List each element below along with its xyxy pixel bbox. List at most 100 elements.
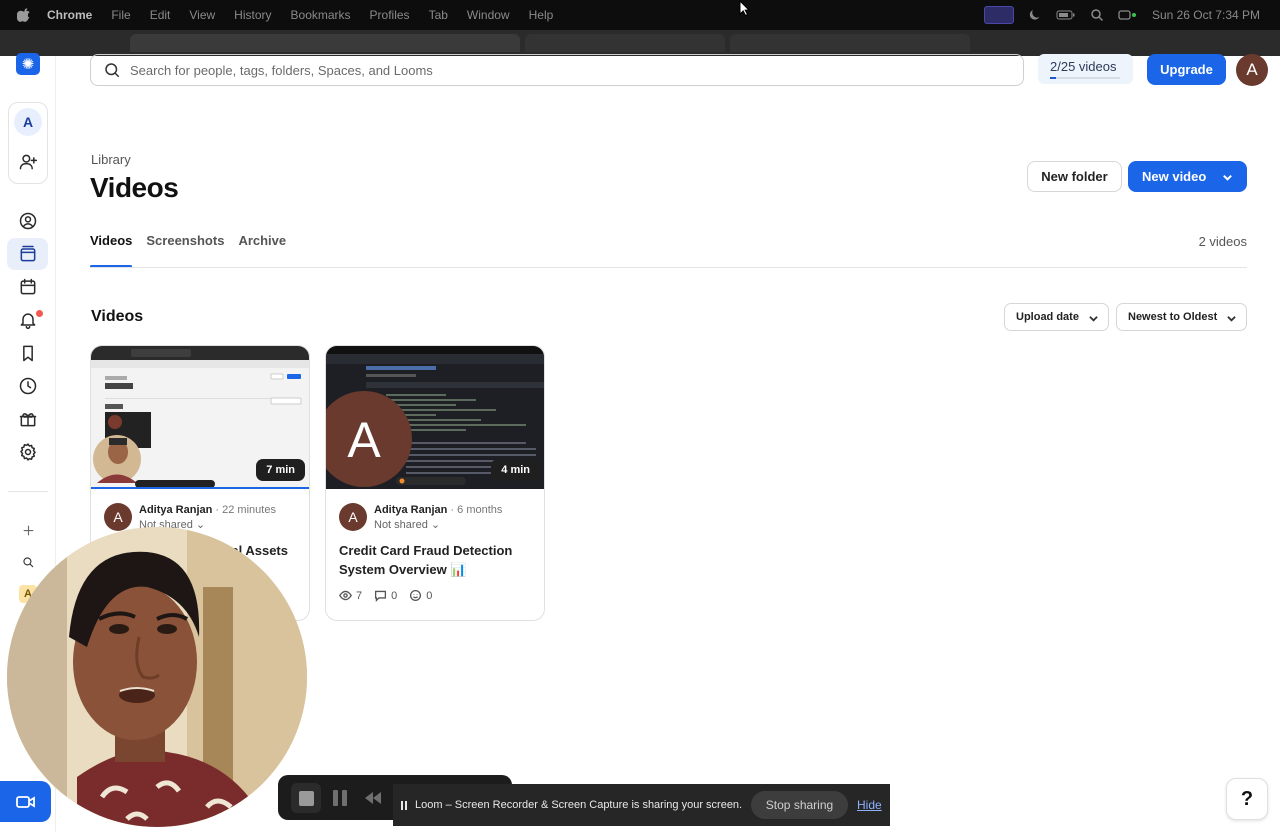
calendar-icon[interactable]	[16, 275, 40, 299]
duration-badge: 7 min	[256, 459, 305, 481]
share-status: Not shared	[374, 519, 428, 531]
video-title[interactable]: Credit Card Fraud Detection System Overv…	[339, 541, 534, 579]
webcam-bubble[interactable]	[7, 527, 307, 827]
chevron-down-icon	[1223, 174, 1232, 181]
add-user-icon[interactable]	[16, 150, 40, 174]
comments-stat: 0	[374, 589, 397, 602]
upgrade-button[interactable]: Upgrade	[1147, 54, 1226, 85]
menu-file[interactable]: File	[111, 8, 130, 22]
tabs-divider	[90, 267, 1247, 268]
page-title: Videos	[90, 172, 179, 203]
author-line: Aditya Ranjan · 22 minutes	[139, 504, 276, 516]
browser-tab[interactable]	[130, 34, 520, 52]
chevron-down-icon: ⌄	[195, 519, 206, 531]
pause-icon	[401, 800, 407, 810]
screen-sharing-notification: Loom – Screen Recorder & Screen Capture …	[393, 784, 890, 826]
upload-time: · 22 minutes	[215, 504, 276, 516]
mouse-cursor-icon	[739, 0, 751, 16]
sort-order-dropdown[interactable]: Newest to Oldest	[1116, 303, 1247, 331]
screen-share-indicator-icon[interactable]	[983, 6, 1014, 24]
bookmark-icon[interactable]	[16, 341, 40, 365]
menu-history[interactable]: History	[234, 8, 271, 22]
control-center-icon[interactable]	[1118, 8, 1138, 22]
mac-menu-bar: Chrome File Edit View History Bookmarks …	[0, 0, 1280, 30]
stop-icon	[298, 790, 314, 806]
workspace-avatar[interactable]: A	[14, 108, 42, 136]
menu-view[interactable]: View	[189, 8, 215, 22]
new-folder-button[interactable]: New folder	[1027, 161, 1122, 192]
quota-progress-bar	[1050, 77, 1120, 79]
tab-videos[interactable]: Videos	[90, 233, 133, 268]
video-quota-badge[interactable]: 2/25 videos	[1038, 54, 1133, 84]
views-count: 7	[356, 589, 363, 602]
plus-icon[interactable]	[16, 518, 40, 542]
camera-toggle-button[interactable]	[0, 781, 51, 822]
moon-icon[interactable]	[1028, 8, 1042, 22]
menu-help[interactable]: Help	[529, 8, 554, 22]
user-avatar[interactable]: A	[1236, 54, 1268, 86]
clock-icon[interactable]	[16, 374, 40, 398]
author-avatar[interactable]: A	[339, 503, 367, 531]
svg-text:A: A	[347, 412, 381, 468]
menu-tab[interactable]: Tab	[429, 8, 448, 22]
duration-badge: 4 min	[491, 459, 540, 481]
chevron-down-icon	[1089, 316, 1098, 322]
stop-sharing-button[interactable]: Stop sharing	[751, 791, 848, 819]
search-icon[interactable]	[16, 550, 40, 574]
quota-progress-fill	[1050, 77, 1056, 79]
eye-icon	[339, 590, 352, 601]
share-status-dropdown[interactable]: Not shared ⌄	[374, 518, 440, 531]
menu-bookmarks[interactable]: Bookmarks	[291, 8, 351, 22]
sort-by-label: Upload date	[1016, 311, 1079, 323]
menubar-clock[interactable]: Sun 26 Oct 7:34 PM	[1152, 8, 1260, 22]
menu-window[interactable]: Window	[467, 8, 510, 22]
video-stats: 7 0 0	[339, 589, 432, 602]
notification-dot	[36, 310, 43, 317]
gear-icon[interactable]	[16, 440, 40, 464]
views-stat: 7	[339, 589, 362, 602]
new-video-button[interactable]: New video	[1128, 161, 1247, 192]
gift-icon[interactable]	[16, 407, 40, 431]
library-icon[interactable]	[16, 242, 40, 266]
chevron-down-icon: ⌄	[430, 519, 441, 531]
help-button[interactable]: ?	[1226, 778, 1268, 820]
pause-recording-button[interactable]	[333, 790, 347, 806]
reactions-stat: 0	[409, 589, 432, 602]
breadcrumb[interactable]: Library	[91, 152, 131, 167]
video-card[interactable]: A 4 min A Aditya Ranjan · 6 months Not s…	[325, 345, 545, 621]
menu-edit[interactable]: Edit	[150, 8, 171, 22]
spotlight-search-icon[interactable]	[1090, 8, 1104, 22]
hide-link[interactable]: Hide	[857, 798, 882, 812]
video-thumbnail[interactable]: A 4 min	[326, 346, 544, 489]
upload-time: · 6 months	[450, 504, 503, 516]
menu-app-name[interactable]: Chrome	[47, 8, 92, 22]
browser-tab[interactable]	[525, 34, 725, 52]
library-tabs: Videos Screenshots Archive	[90, 233, 286, 268]
profile-icon[interactable]	[16, 209, 40, 233]
sort-by-dropdown[interactable]: Upload date	[1004, 303, 1109, 331]
battery-icon[interactable]	[1056, 8, 1076, 22]
sort-order-label: Newest to Oldest	[1128, 311, 1218, 323]
author-name[interactable]: Aditya Ranjan	[374, 504, 447, 516]
sharing-message: Loom – Screen Recorder & Screen Capture …	[415, 799, 743, 811]
apple-icon[interactable]	[17, 8, 31, 22]
webcam-feed-image	[7, 527, 307, 827]
tab-archive[interactable]: Archive	[238, 233, 286, 268]
author-line: Aditya Ranjan · 6 months	[374, 504, 502, 516]
stop-recording-button[interactable]	[291, 783, 321, 813]
browser-tab[interactable]	[730, 34, 970, 52]
loom-logo-icon[interactable]: ✺	[16, 53, 40, 75]
menu-profiles[interactable]: Profiles	[370, 8, 410, 22]
video-count: 2 videos	[1198, 234, 1247, 249]
search-bar[interactable]	[90, 54, 1024, 86]
restart-recording-icon[interactable]	[364, 790, 382, 806]
video-thumbnail[interactable]: 7 min	[91, 346, 309, 489]
author-name[interactable]: Aditya Ranjan	[139, 504, 212, 516]
section-title: Videos	[91, 308, 144, 325]
sidebar-divider	[8, 491, 48, 492]
author-avatar[interactable]: A	[104, 503, 132, 531]
search-input[interactable]	[130, 62, 990, 78]
tab-screenshots[interactable]: Screenshots	[146, 233, 224, 268]
comment-icon	[375, 590, 387, 602]
smile-icon	[410, 589, 422, 602]
